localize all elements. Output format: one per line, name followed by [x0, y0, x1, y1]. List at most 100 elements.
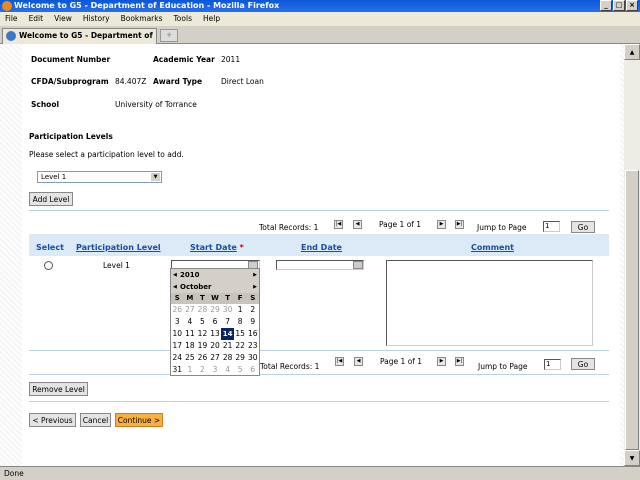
divider	[29, 210, 609, 211]
calendar-day[interactable]: 12	[196, 328, 209, 340]
calendar-day[interactable]: 4	[221, 364, 234, 376]
header-participation-level[interactable]: Participation Level	[76, 243, 161, 252]
calendar-day[interactable]: 10	[171, 328, 184, 340]
menu-history[interactable]: History	[83, 14, 110, 23]
prev-page-icon[interactable]: ◀	[353, 220, 362, 229]
maximize-button[interactable]: □	[613, 0, 625, 11]
calendar-day[interactable]: 31	[171, 364, 184, 376]
window-title: Welcome to G5 - Department of Education …	[14, 1, 280, 10]
status-text: Done	[4, 469, 24, 478]
calendar-day[interactable]: 26	[171, 304, 184, 316]
participation-level-select[interactable]: Level 1 ▼	[37, 171, 162, 183]
calendar-day[interactable]: 3	[171, 316, 184, 328]
weekday: T	[225, 294, 230, 302]
calendar-day[interactable]: 15	[234, 328, 247, 340]
prev-month-icon[interactable]: ◀	[173, 281, 177, 293]
selected-level: Level 1	[41, 173, 67, 181]
end-date-input[interactable]	[276, 260, 364, 270]
header-start-date[interactable]: Start Date	[190, 243, 237, 252]
new-tab-button[interactable]: +	[160, 29, 178, 42]
calendar-day[interactable]: 1	[184, 364, 197, 376]
header-comment[interactable]: Comment	[471, 243, 514, 252]
calendar-day[interactable]: 28	[221, 352, 234, 364]
calendar-day[interactable]: 20	[209, 340, 222, 352]
calendar-day[interactable]: 28	[196, 304, 209, 316]
calendar-day[interactable]: 29	[234, 352, 247, 364]
calendar-day[interactable]: 26	[196, 352, 209, 364]
calendar-day[interactable]: 23	[246, 340, 259, 352]
add-level-button[interactable]: Add Level	[29, 192, 73, 206]
prev-year-icon[interactable]: ◀	[173, 269, 177, 281]
comment-textarea[interactable]	[386, 260, 593, 346]
calendar-day-selected[interactable]: 14	[221, 328, 234, 340]
go-button-bottom[interactable]: Go	[571, 358, 595, 370]
calendar-day[interactable]: 18	[184, 340, 197, 352]
divider	[29, 374, 609, 375]
go-button[interactable]: Go	[571, 221, 595, 233]
menu-bookmarks[interactable]: Bookmarks	[121, 14, 163, 23]
menu-help[interactable]: Help	[203, 14, 220, 23]
calendar-day[interactable]: 25	[184, 352, 197, 364]
calendar-day[interactable]: 29	[209, 304, 222, 316]
document-number-label: Document Number	[31, 55, 111, 64]
academic-year-label: Academic Year	[153, 55, 215, 64]
prev-page-icon[interactable]: ◀	[354, 357, 363, 366]
page-indicator-bottom: Page 1 of 1	[380, 357, 423, 366]
first-page-icon[interactable]: |◀	[334, 220, 343, 229]
calendar-day[interactable]: 24	[171, 352, 184, 364]
calendar-day[interactable]: 19	[196, 340, 209, 352]
calendar-day[interactable]: 17	[171, 340, 184, 352]
browser-tab[interactable]: Welcome to G5 - Department of Edu...	[2, 28, 157, 54]
first-page-icon[interactable]: |◀	[335, 357, 344, 366]
next-page-icon[interactable]: ▶	[437, 357, 446, 366]
minimize-button[interactable]: _	[600, 0, 612, 11]
scrollbar-thumb[interactable]	[625, 170, 639, 450]
last-page-icon[interactable]: ▶|	[455, 220, 464, 229]
date-picker-popup: ◀ 2010 ▶ ◀ October ▶ SMTWTFS 26 27 28 29 30 1 2 3 4 5…	[170, 268, 260, 376]
calendar-day[interactable]: 7	[221, 316, 234, 328]
cancel-button[interactable]: Cancel	[80, 413, 111, 427]
calendar-day[interactable]: 6	[246, 364, 259, 376]
calendar-day[interactable]: 4	[184, 316, 197, 328]
calendar-day[interactable]: 27	[209, 352, 222, 364]
calendar-day[interactable]: 2	[246, 304, 259, 316]
remove-level-button[interactable]: Remove Level	[29, 382, 88, 396]
previous-button[interactable]: < Previous	[29, 413, 76, 427]
calendar-day[interactable]: 3	[209, 364, 222, 376]
calendar-day[interactable]: 5	[234, 364, 247, 376]
jump-page-input-bottom[interactable]: 1	[544, 359, 561, 370]
next-page-icon[interactable]: ▶	[437, 220, 446, 229]
calendar-day[interactable]: 16	[246, 328, 259, 340]
next-year-icon[interactable]: ▶	[253, 269, 257, 281]
menu-tools[interactable]: Tools	[174, 14, 192, 23]
menu-view[interactable]: View	[54, 14, 72, 23]
continue-button[interactable]: Continue >	[115, 413, 163, 427]
calendar-day[interactable]: 21	[221, 340, 234, 352]
calendar-day[interactable]: 11	[184, 328, 197, 340]
calendar-day[interactable]: 1	[234, 304, 247, 316]
menu-file[interactable]: File	[5, 14, 18, 23]
calendar-day[interactable]: 5	[196, 316, 209, 328]
total-records-bottom: Total Records: 1	[260, 362, 320, 371]
calendar-day[interactable]: 27	[184, 304, 197, 316]
calendar-day[interactable]: 6	[209, 316, 222, 328]
calendar-day[interactable]: 9	[246, 316, 259, 328]
calendar-day[interactable]: 30	[221, 304, 234, 316]
close-button[interactable]: ×	[626, 0, 638, 11]
row-select-radio[interactable]	[44, 261, 53, 270]
calendar-day[interactable]: 13	[209, 328, 222, 340]
jump-page-input[interactable]: 1	[543, 221, 560, 232]
last-page-icon[interactable]: ▶|	[455, 357, 464, 366]
header-end-date[interactable]: End Date	[301, 243, 342, 252]
calendar-day[interactable]: 2	[196, 364, 209, 376]
weekday: T	[200, 294, 205, 302]
calendar-day[interactable]: 8	[234, 316, 247, 328]
menu-edit[interactable]: Edit	[29, 14, 44, 23]
calendar-day[interactable]: 22	[234, 340, 247, 352]
scroll-down-arrow[interactable]: ▼	[624, 450, 640, 466]
calendar-icon[interactable]	[353, 261, 363, 269]
scroll-up-arrow[interactable]: ▲	[624, 44, 640, 60]
calendar-day[interactable]: 30	[246, 352, 259, 364]
next-month-icon[interactable]: ▶	[253, 281, 257, 293]
calendar-grid: 26 27 28 29 30 1 2 3 4 5 6 7 8 9 10 11 12 13 14 15 16 17 18 19 2…	[171, 304, 259, 376]
